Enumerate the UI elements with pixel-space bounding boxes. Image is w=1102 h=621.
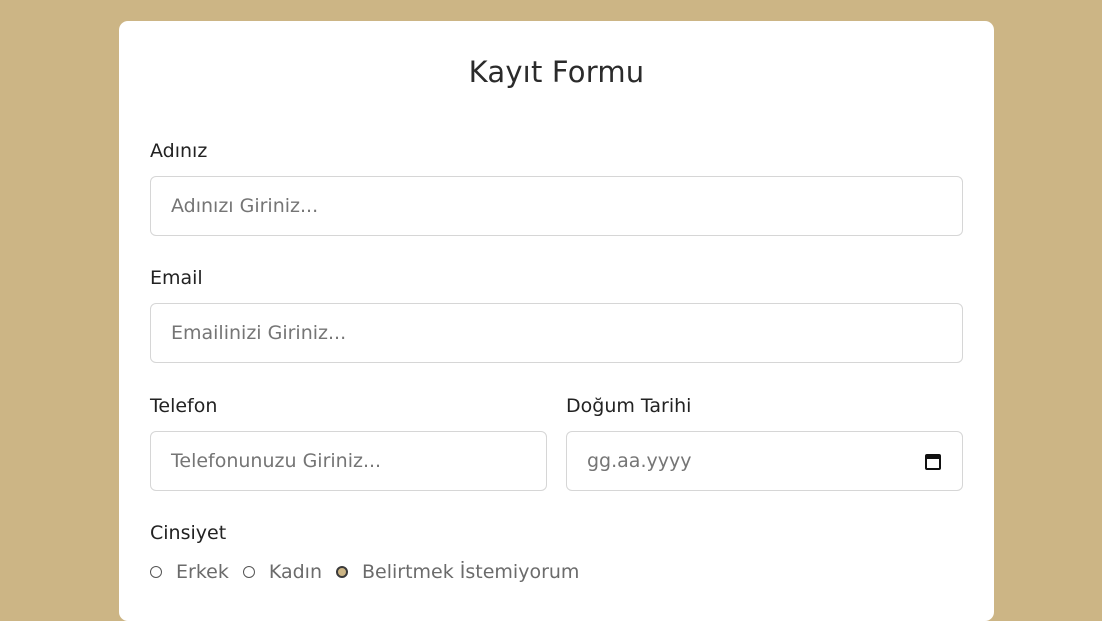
- birthdate-label: Doğum Tarihi: [566, 395, 692, 417]
- name-label: Adınız: [150, 140, 208, 162]
- name-placeholder: Adınızı Giriniz...: [171, 195, 319, 217]
- phone-placeholder: Telefonunuzu Giriniz...: [171, 450, 382, 472]
- gender-radio-male[interactable]: [150, 566, 162, 578]
- registration-form-card: Kayıt Formu Adınız Adınızı Giriniz... Em…: [119, 21, 994, 621]
- gender-option-label: Belirtmek İstemiyorum: [362, 561, 580, 583]
- birthdate-placeholder: gg.aa.yyyy: [587, 450, 692, 472]
- gender-radio-unspecified[interactable]: [336, 566, 348, 578]
- calendar-icon[interactable]: [924, 452, 942, 470]
- birthdate-input[interactable]: gg.aa.yyyy: [566, 431, 963, 491]
- gender-option-label: Erkek: [176, 561, 229, 583]
- gender-label: Cinsiyet: [150, 522, 227, 544]
- email-input[interactable]: Emailinizi Giriniz...: [150, 303, 963, 363]
- phone-input[interactable]: Telefonunuzu Giriniz...: [150, 431, 547, 491]
- name-input[interactable]: Adınızı Giriniz...: [150, 176, 963, 236]
- phone-label: Telefon: [150, 395, 218, 417]
- email-placeholder: Emailinizi Giriniz...: [171, 322, 347, 344]
- gender-option-label: Kadın: [268, 561, 322, 583]
- form-title: Kayıt Formu: [468, 55, 645, 89]
- gender-radio-group: Erkek Kadın Belirtmek İstemiyorum: [150, 561, 593, 583]
- email-label: Email: [150, 267, 203, 289]
- gender-radio-female[interactable]: [242, 566, 255, 578]
